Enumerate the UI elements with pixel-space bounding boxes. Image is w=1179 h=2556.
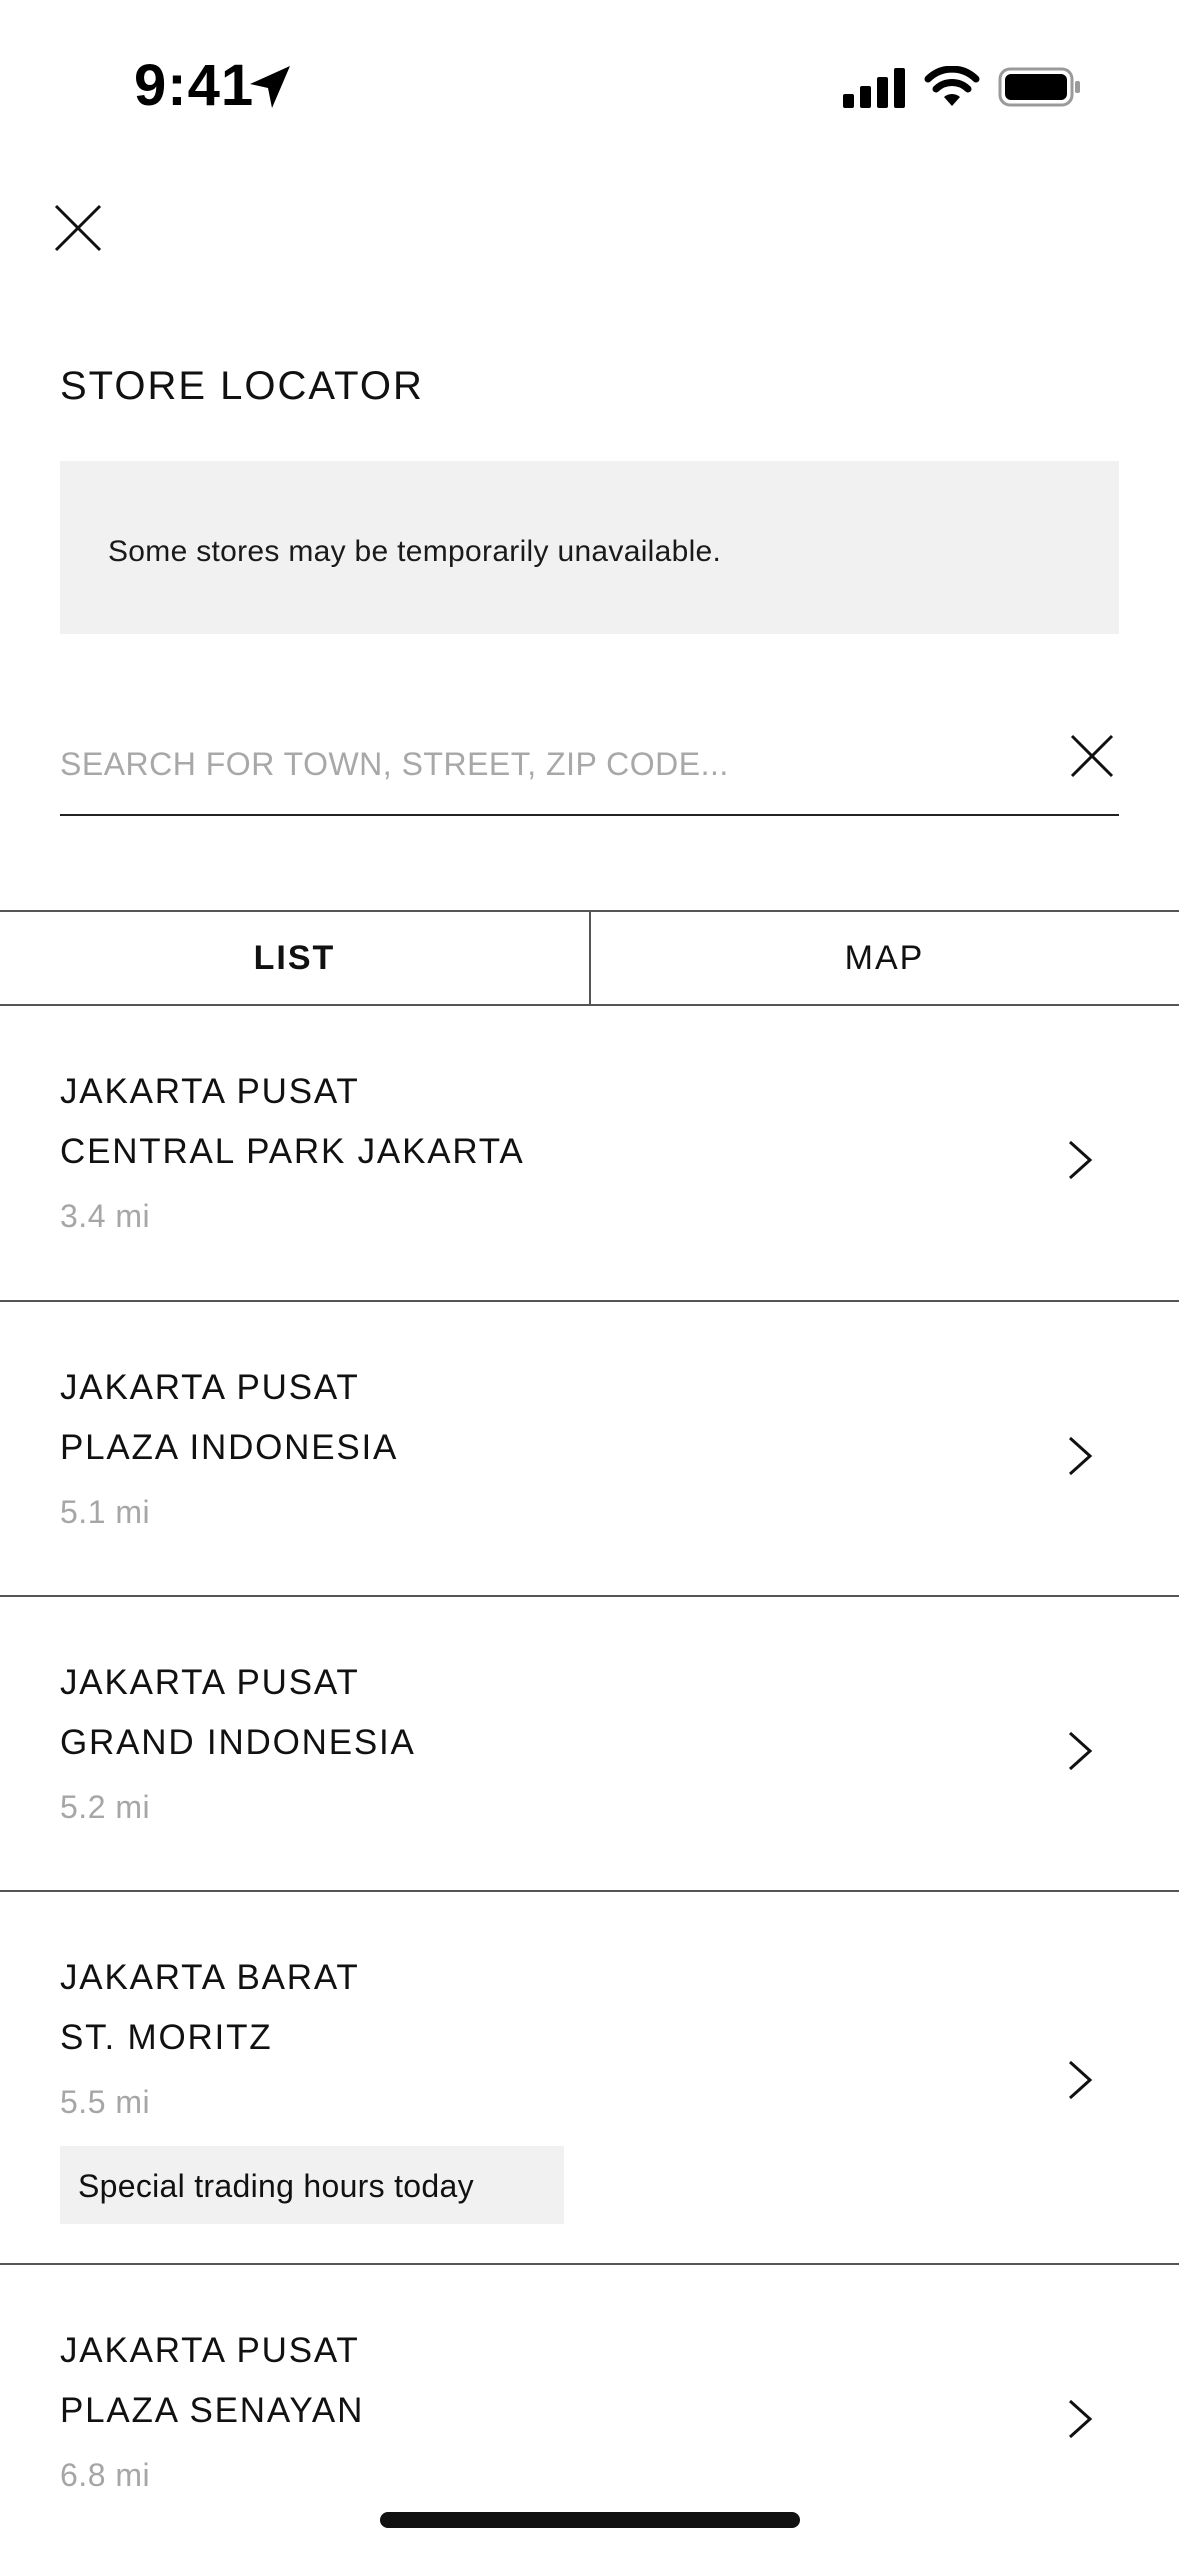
chevron-right-icon xyxy=(1068,2060,1093,2100)
store-distance: 5.1 mi xyxy=(60,1494,151,1530)
battery-icon xyxy=(998,67,1080,107)
search-input[interactable] xyxy=(60,734,1020,794)
search-bar xyxy=(60,720,1119,816)
store-distance: 5.5 mi xyxy=(60,2084,151,2120)
store-name: PLAZA SENAYAN xyxy=(60,2391,365,2430)
close-icon xyxy=(54,204,102,252)
cellular-signal-icon xyxy=(843,68,905,108)
store-name: GRAND INDONESIA xyxy=(60,1723,416,1762)
store-distance: 6.8 mi xyxy=(60,2457,151,2493)
store-list-item[interactable]: JAKARTA BARAT ST. MORITZ 5.5 mi Special … xyxy=(0,1892,1179,2265)
close-button[interactable] xyxy=(50,200,106,256)
tab-map[interactable]: MAP xyxy=(590,912,1179,1004)
store-region: JAKARTA BARAT xyxy=(60,1958,360,1997)
page-title: STORE LOCATOR xyxy=(60,364,424,408)
notice-banner: Some stores may be temporarily unavailab… xyxy=(60,461,1119,634)
location-arrow-icon xyxy=(250,66,290,108)
special-hours-badge: Special trading hours today xyxy=(60,2146,564,2224)
store-region: JAKARTA PUSAT xyxy=(60,2331,360,2370)
store-region: JAKARTA PUSAT xyxy=(60,1368,360,1407)
store-distance: 5.2 mi xyxy=(60,1789,151,1825)
chevron-right-icon xyxy=(1068,2399,1093,2439)
store-region: JAKARTA PUSAT xyxy=(60,1663,360,1702)
store-region: JAKARTA PUSAT xyxy=(60,1072,360,1111)
store-list-item[interactable]: JAKARTA PUSAT CENTRAL PARK JAKARTA 3.4 m… xyxy=(0,1006,1179,1302)
view-tabs: LIST MAP xyxy=(0,910,1179,1006)
store-name: CENTRAL PARK JAKARTA xyxy=(60,1132,525,1171)
chevron-right-icon xyxy=(1068,1436,1093,1476)
status-bar: 9:41 xyxy=(0,0,1179,150)
chevron-right-icon xyxy=(1068,1731,1093,1771)
store-name: PLAZA INDONESIA xyxy=(60,1428,399,1467)
search-clear-button[interactable] xyxy=(1066,730,1118,782)
tab-list[interactable]: LIST xyxy=(0,912,591,1004)
wifi-icon xyxy=(924,66,980,106)
close-icon xyxy=(1070,734,1114,778)
store-distance: 3.4 mi xyxy=(60,1198,151,1234)
badge-text: Special trading hours today xyxy=(78,2168,474,2204)
status-time: 9:41 xyxy=(134,53,255,118)
store-name: ST. MORITZ xyxy=(60,2018,273,2057)
store-list-item[interactable]: JAKARTA PUSAT PLAZA INDONESIA 5.1 mi xyxy=(0,1302,1179,1597)
store-list-item[interactable]: JAKARTA PUSAT GRAND INDONESIA 5.2 mi xyxy=(0,1597,1179,1892)
home-indicator[interactable] xyxy=(380,2512,800,2528)
chevron-right-icon xyxy=(1068,1140,1093,1180)
notice-text: Some stores may be temporarily unavailab… xyxy=(108,535,722,568)
